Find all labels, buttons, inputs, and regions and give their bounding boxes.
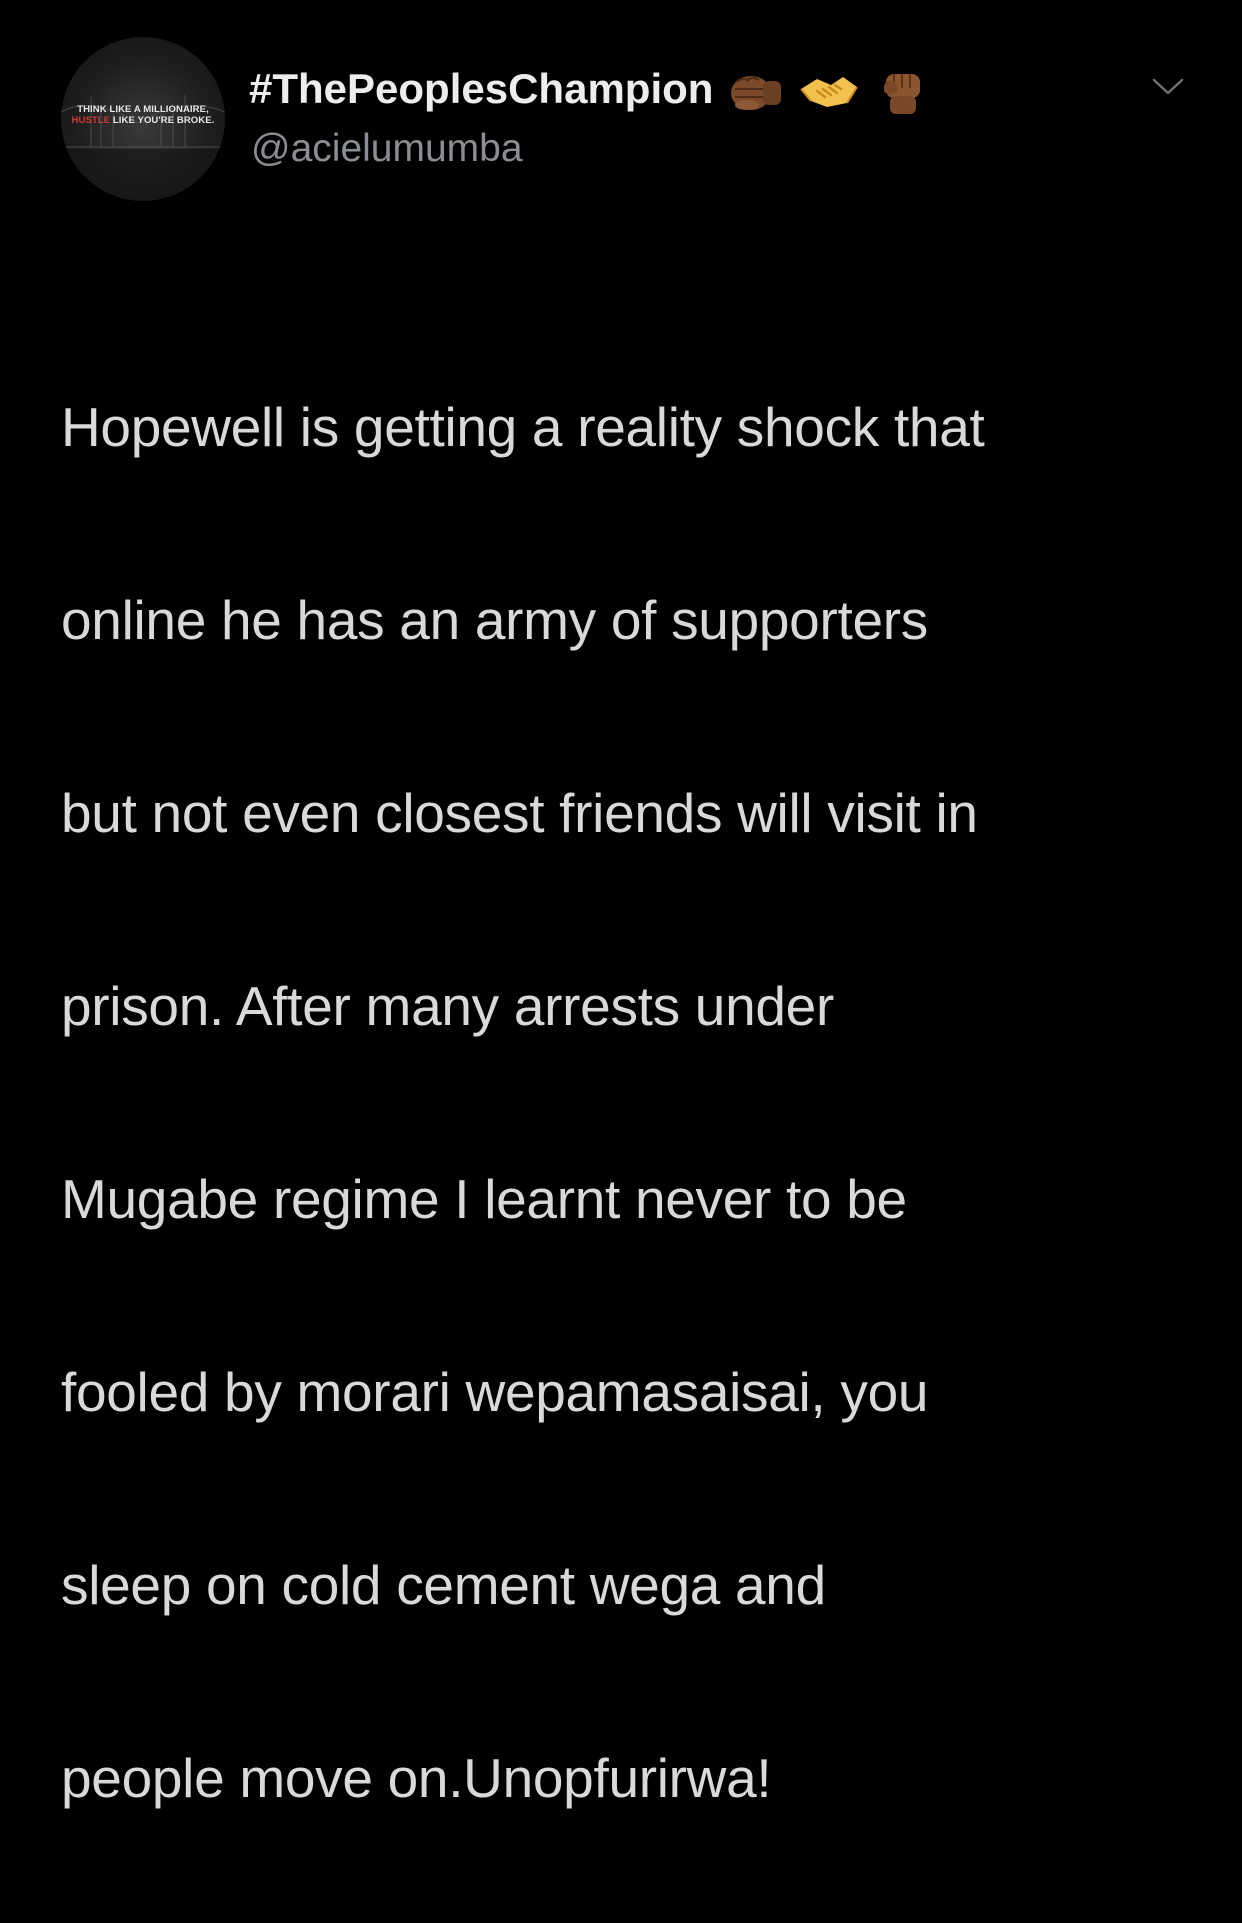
tweet-body-line: people move on.Unopfurirwa!	[61, 1746, 772, 1809]
raised-fist-emoji	[884, 73, 921, 114]
avatar[interactable]: THINK LIKE A MILLIONAIRE, HUSTLE LIKE YO…	[61, 37, 225, 201]
avatar-slogan: THINK LIKE A MILLIONAIRE, HUSTLE LIKE YO…	[61, 104, 225, 126]
tweet-body-line: Mugabe regime I learnt never to be	[61, 1167, 907, 1230]
tweet-body-line: Hopewell is getting a reality shock that	[61, 395, 985, 458]
tweet-body-line: but not even closest friends will visit …	[61, 781, 978, 844]
avatar-slogan-line1: THINK LIKE A MILLIONAIRE,	[77, 104, 209, 115]
user-handle[interactable]: @acielumumba	[251, 124, 523, 174]
avatar-slogan-line2: HUSTLE LIKE YOU'RE BROKE.	[61, 115, 225, 126]
tweet-body: Hopewell is getting a reality shock that…	[61, 282, 1211, 1923]
tweet-card: THINK LIKE A MILLIONAIRE, HUSTLE LIKE YO…	[0, 0, 1242, 1809]
tweet-body-line: prison. After many arrests under	[61, 974, 834, 1037]
fist-bump-emoji	[731, 75, 782, 110]
handshake-emoji	[799, 76, 858, 107]
display-name-text: #ThePeoplesChampion	[249, 65, 714, 112]
tweet-body-line: sleep on cold cement wega and	[61, 1553, 826, 1616]
avatar-slogan-rest: LIKE YOU'RE BROKE.	[110, 115, 215, 126]
tweet-body-line: fooled by morari wepamasaisai, you	[61, 1360, 929, 1423]
avatar-slogan-highlight: HUSTLE	[71, 115, 111, 126]
tweet-body-line: online he has an army of supporters	[61, 588, 928, 651]
chevron-down-icon[interactable]	[1151, 74, 1185, 98]
display-name[interactable]: #ThePeoplesChampion	[249, 62, 930, 120]
